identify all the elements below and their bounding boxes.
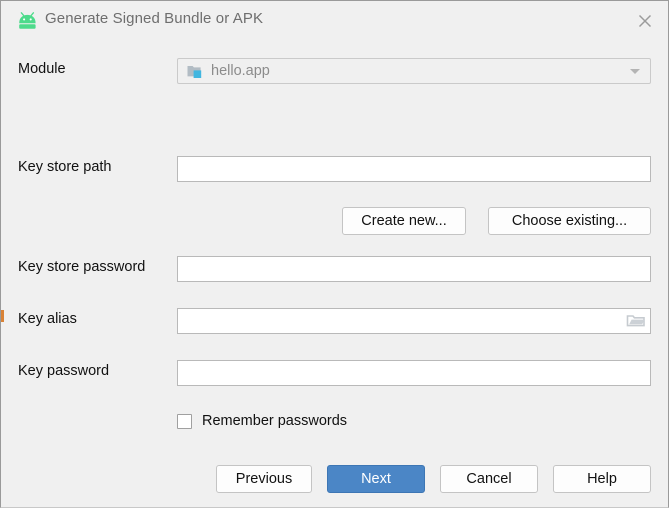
checkbox-box[interactable]: [177, 413, 192, 429]
module-combobox[interactable]: hello.app: [177, 58, 651, 84]
key-store-password-row: Key store password: [1, 256, 668, 282]
previous-button[interactable]: Previous: [216, 465, 312, 493]
help-button[interactable]: Help: [553, 465, 651, 493]
module-folder-icon: [187, 64, 204, 79]
choose-existing-button[interactable]: Choose existing...: [488, 207, 651, 235]
key-password-row: Key password: [1, 360, 668, 386]
chevron-down-icon[interactable]: [630, 69, 640, 74]
cancel-button[interactable]: Cancel: [440, 465, 538, 493]
key-store-password-input[interactable]: [177, 256, 651, 282]
create-new-button[interactable]: Create new...: [342, 207, 466, 235]
key-store-path-row: Key store path: [1, 156, 668, 182]
generate-signed-bundle-dialog: Generate Signed Bundle or APK Module hel…: [0, 0, 669, 508]
key-alias-input[interactable]: [177, 308, 651, 334]
key-password-input[interactable]: [177, 360, 651, 386]
key-alias-label: Key alias: [18, 311, 77, 327]
module-row: Module hello.app: [1, 58, 668, 84]
close-icon[interactable]: [635, 11, 655, 31]
page-title: Generate Signed Bundle or APK: [45, 10, 264, 27]
key-store-path-label: Key store path: [18, 159, 112, 175]
android-robot-icon: [18, 12, 37, 29]
dialog-titlebar: Generate Signed Bundle or APK: [1, 1, 668, 41]
key-store-password-label: Key store password: [18, 259, 146, 275]
folder-icon[interactable]: [625, 312, 647, 330]
validation-edge-marker: [1, 310, 4, 322]
next-button[interactable]: Next: [327, 465, 425, 493]
key-password-label: Key password: [18, 363, 110, 379]
module-value: hello.app: [211, 63, 270, 79]
remember-passwords-label: Remember passwords: [202, 413, 348, 429]
remember-passwords-checkbox[interactable]: Remember passwords: [177, 411, 347, 431]
module-label: Module: [18, 61, 66, 77]
key-alias-row: Key alias: [1, 308, 668, 334]
key-store-path-input[interactable]: [177, 156, 651, 182]
